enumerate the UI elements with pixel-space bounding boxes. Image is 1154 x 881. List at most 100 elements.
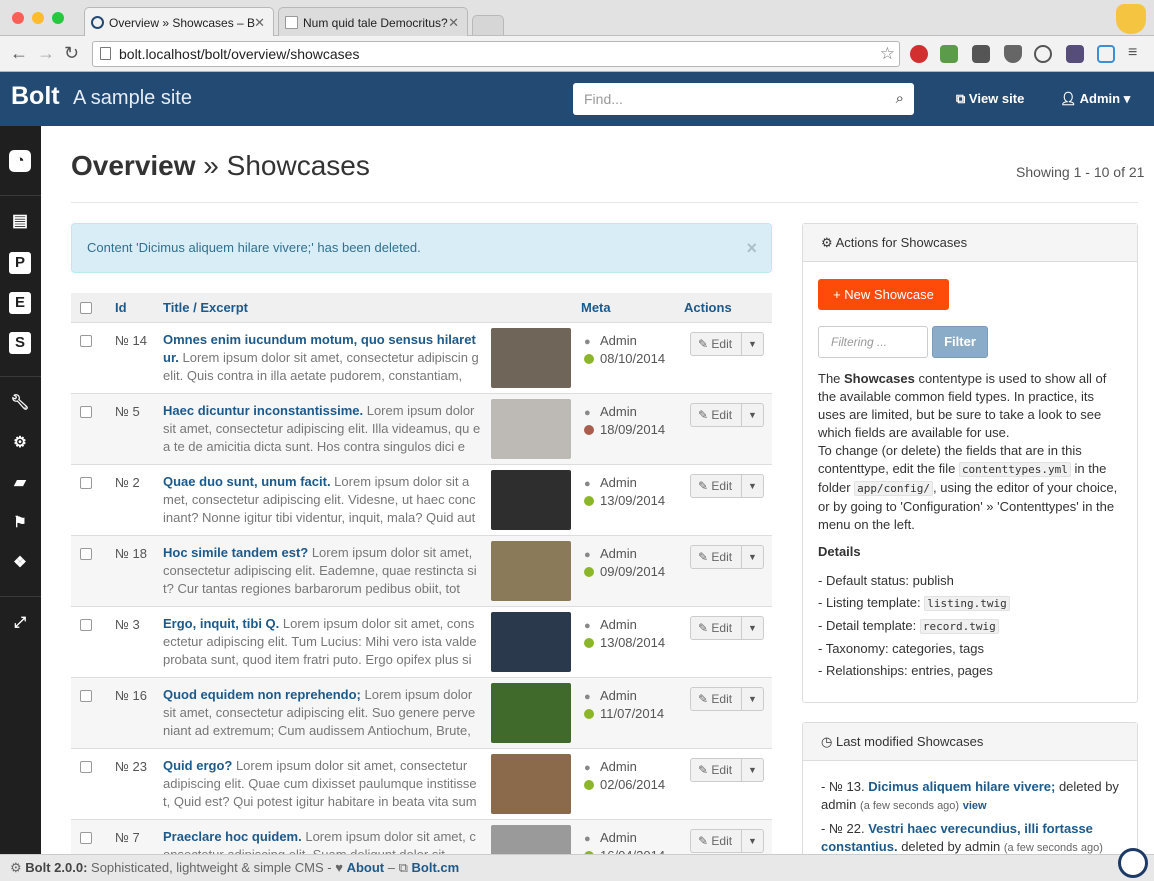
- close-alert-icon[interactable]: ×: [746, 224, 757, 272]
- sidebar-item-pages[interactable]: P: [9, 252, 31, 274]
- adblock-icon[interactable]: [910, 45, 928, 63]
- address-bar[interactable]: bolt.localhost/bolt/overview/showcases ☆: [92, 41, 900, 67]
- row-checkbox[interactable]: [80, 406, 92, 418]
- brand-logo[interactable]: Bolt: [11, 82, 60, 111]
- browser-tab-active[interactable]: Overview » Showcases – B ✕: [84, 7, 274, 37]
- row-title-link[interactable]: Quod equidem non reprehendo;: [163, 687, 361, 702]
- profile-avatar-icon[interactable]: [1116, 4, 1146, 34]
- row-thumbnail[interactable]: [491, 683, 571, 743]
- user-icon: ●: [584, 762, 591, 774]
- edit-button[interactable]: ✎ Edit ▼: [690, 332, 764, 356]
- row-checkbox[interactable]: [80, 548, 92, 560]
- sidebar-item-entries[interactable]: E: [9, 292, 31, 314]
- view-site-link[interactable]: ⧉ View site: [956, 91, 1024, 107]
- tab-title: Overview » Showcases – B: [109, 16, 256, 30]
- row-checkbox[interactable]: [80, 832, 92, 844]
- dashboard-icon[interactable]: ◔: [9, 150, 31, 172]
- close-tab-icon[interactable]: ✕: [254, 8, 265, 37]
- info-icon[interactable]: [1034, 45, 1052, 63]
- cubes-icon[interactable]: ❖: [9, 552, 31, 574]
- row-checkbox[interactable]: [80, 761, 92, 773]
- extension-icon[interactable]: [940, 45, 958, 63]
- row-checkbox[interactable]: [80, 619, 92, 631]
- edit-button[interactable]: ✎ Edit ▼: [690, 829, 764, 853]
- filter-input[interactable]: Filtering ...: [818, 326, 928, 358]
- view-link[interactable]: view: [963, 800, 987, 812]
- footer-sep: –: [384, 860, 399, 875]
- caret-down-icon[interactable]: ▼: [741, 688, 763, 710]
- edit-button[interactable]: ✎ Edit ▼: [690, 403, 764, 427]
- row-thumbnail[interactable]: [491, 328, 571, 388]
- item-title-link[interactable]: Dicimus aliquem hilare vivere;: [868, 779, 1055, 794]
- desc-code: app/config/: [854, 481, 933, 496]
- caret-down-icon[interactable]: ▼: [741, 475, 763, 497]
- close-tab-icon[interactable]: ✕: [448, 8, 459, 37]
- about-link[interactable]: About: [347, 860, 385, 875]
- filter-button[interactable]: Filter: [932, 326, 988, 358]
- row-thumbnail[interactable]: [491, 754, 571, 814]
- site-name[interactable]: A sample site: [73, 87, 192, 110]
- edit-button[interactable]: ✎ Edit ▼: [690, 687, 764, 711]
- caret-down-icon[interactable]: ▼: [741, 546, 763, 568]
- select-all-checkbox[interactable]: [80, 302, 92, 314]
- evernote-icon[interactable]: [972, 45, 990, 63]
- wrench-icon[interactable]: 🔧︎: [9, 392, 31, 414]
- minimize-window-icon[interactable]: [32, 12, 44, 24]
- folder-icon[interactable]: ▰: [9, 472, 31, 494]
- pages-icon[interactable]: ▤: [9, 210, 31, 232]
- favicon-icon: [91, 16, 104, 29]
- search-icon[interactable]: ⌕: [896, 83, 904, 115]
- r-extension-icon[interactable]: [1066, 45, 1084, 63]
- flag-icon[interactable]: ⚑: [9, 512, 31, 534]
- row-title-link[interactable]: Praeclare hoc quidem.: [163, 829, 302, 844]
- forward-icon[interactable]: →: [37, 44, 55, 62]
- row-title-link[interactable]: Quae duo sunt, unum facit.: [163, 474, 331, 489]
- extension-icon[interactable]: [1097, 45, 1115, 63]
- edit-button[interactable]: ✎ Edit ▼: [690, 758, 764, 782]
- page-title: Overview » Showcases: [71, 150, 370, 182]
- row-title-link[interactable]: Quid ergo?: [163, 758, 232, 773]
- title-bold: Overview: [71, 150, 196, 181]
- new-showcase-button[interactable]: + New Showcase: [818, 279, 949, 310]
- row-checkbox[interactable]: [80, 690, 92, 702]
- admin-menu[interactable]: 👤︎ Admin ▾: [1060, 91, 1130, 107]
- caret-down-icon[interactable]: ▼: [741, 830, 763, 852]
- reload-icon[interactable]: ↻: [64, 44, 79, 62]
- caret-down-icon[interactable]: ▼: [741, 759, 763, 781]
- header-title[interactable]: Title / Excerpt: [163, 293, 248, 322]
- row-thumbnail[interactable]: [491, 399, 571, 459]
- row-checkbox[interactable]: [80, 477, 92, 489]
- sidebar-item-showcases[interactable]: S: [9, 332, 31, 354]
- row-excerpt: Quod equidem non reprehendo; Lorem ipsum…: [163, 686, 483, 742]
- bolt-cm-link[interactable]: Bolt.cm: [412, 860, 460, 875]
- close-window-icon[interactable]: [12, 12, 24, 24]
- new-tab-button[interactable]: [472, 15, 504, 35]
- maximize-window-icon[interactable]: [52, 12, 64, 24]
- caret-down-icon[interactable]: ▼: [741, 617, 763, 639]
- bookmark-star-icon[interactable]: ☆: [880, 42, 895, 66]
- back-icon[interactable]: ←: [10, 44, 28, 62]
- heart-icon: ♥: [335, 860, 347, 875]
- row-thumbnail[interactable]: [491, 612, 571, 672]
- search-input[interactable]: Find... ⌕: [573, 83, 914, 115]
- caret-down-icon[interactable]: ▼: [741, 404, 763, 426]
- row-author: ● Admin: [584, 617, 637, 632]
- cogs-icon[interactable]: ⚙: [9, 432, 31, 454]
- debug-toolbar-icon[interactable]: [1118, 848, 1148, 878]
- pocket-icon[interactable]: [1004, 45, 1022, 63]
- expand-icon[interactable]: ⤢: [9, 612, 31, 634]
- row-title-link[interactable]: Ergo, inquit, tibi Q.: [163, 616, 279, 631]
- edit-button[interactable]: ✎ Edit ▼: [690, 616, 764, 640]
- row-title-link[interactable]: Hoc simile tandem est?: [163, 545, 308, 560]
- row-author: ● Admin: [584, 759, 637, 774]
- header-id[interactable]: Id: [115, 293, 127, 322]
- caret-down-icon[interactable]: ▼: [741, 333, 763, 355]
- row-thumbnail[interactable]: [491, 470, 571, 530]
- row-title-link[interactable]: Haec dicuntur inconstantissime.: [163, 403, 363, 418]
- edit-button[interactable]: ✎ Edit ▼: [690, 545, 764, 569]
- edit-button[interactable]: ✎ Edit ▼: [690, 474, 764, 498]
- browser-tab[interactable]: Num quid tale Democritus? ✕: [278, 7, 468, 37]
- menu-icon[interactable]: ≡: [1128, 44, 1137, 62]
- row-checkbox[interactable]: [80, 335, 92, 347]
- row-thumbnail[interactable]: [491, 541, 571, 601]
